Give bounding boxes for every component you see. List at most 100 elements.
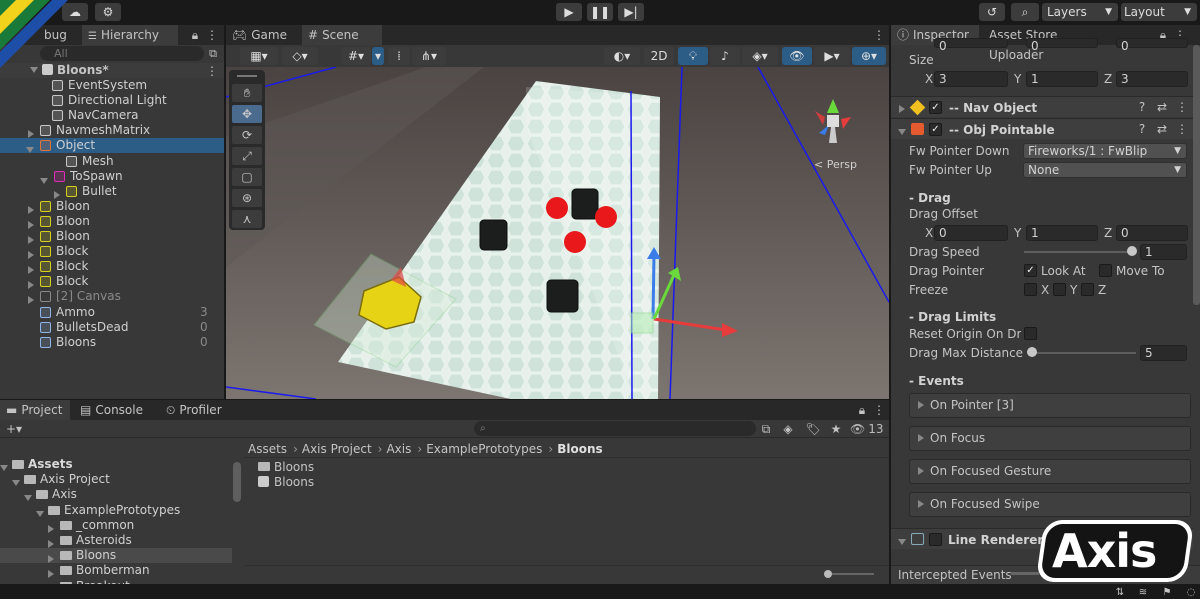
debug-icon[interactable]: ⚑ [1160, 585, 1174, 599]
component-menu-icon[interactable]: ⋮ [1175, 100, 1189, 114]
project-folder-row[interactable]: Asteroids [0, 533, 232, 548]
project-file-item[interactable]: Bloons [258, 475, 314, 490]
project-folder-row[interactable]: _common [0, 518, 232, 533]
hierarchy-row[interactable]: Bloons 0 [0, 335, 224, 350]
move-tool-icon[interactable]: ✥ [232, 105, 262, 123]
lighting-toggle-icon[interactable]: 💡︎ [678, 47, 708, 65]
rotate-tool-icon[interactable]: ⟳ [232, 126, 262, 144]
scene-viewport[interactable]: < Persp ✋︎ ✥ ⟳ ⤢ ▢ ⊛ ⋏ [226, 67, 889, 399]
audio-toggle-icon[interactable]: ♪ [710, 47, 740, 65]
project-folder-row[interactable]: Bomberman [0, 563, 232, 579]
move-to-checkbox[interactable] [1099, 264, 1112, 277]
help-icon[interactable]: ? [1135, 100, 1149, 114]
freeze-y-checkbox[interactable] [1053, 283, 1066, 296]
gizmos-toggle-icon[interactable]: ⊕▾ [852, 47, 886, 65]
favorite-icon[interactable]: ★ [828, 421, 844, 437]
cache-icon[interactable]: ≋ [1136, 585, 1150, 599]
hierarchy-row[interactable]: Directional Light [0, 93, 224, 108]
palette-grip[interactable] [237, 75, 257, 77]
history-icon[interactable]: ↺ [979, 3, 1005, 21]
step-button[interactable]: ▶| [618, 3, 644, 21]
component-menu-icon[interactable]: ⋮ [1175, 122, 1189, 136]
persp-label[interactable]: < Persp [814, 158, 857, 171]
breadcrumb-item[interactable]: Axis [386, 442, 411, 456]
event-foldout[interactable]: On Focused Gesture [909, 459, 1191, 484]
scene-more-icon-tab[interactable]: ⋮ [872, 27, 886, 43]
search-icon[interactable]: ⌕ [1011, 3, 1039, 21]
baking-icon[interactable]: ◌ [1184, 585, 1198, 599]
drag-offset-x-field[interactable]: 0 [934, 225, 1008, 241]
shading-mode-button[interactable]: ◇▾ [282, 47, 318, 65]
breadcrumb-item[interactable]: Bloons [557, 442, 602, 456]
tab-project[interactable]: ▬ Project [0, 400, 70, 420]
transform-tool-icon[interactable]: ⊛ [232, 189, 262, 207]
prev-y-field[interactable]: 0 [1026, 38, 1098, 53]
event-foldout[interactable]: On Focused Swipe [909, 492, 1191, 517]
hierarchy-row[interactable]: ToSpawn [0, 169, 224, 184]
preset-icon[interactable]: ⇄ [1155, 100, 1169, 114]
tree-scrollbar-thumb[interactable] [233, 462, 241, 502]
project-folder-row[interactable]: Axis Project [0, 472, 232, 487]
breadcrumb-item[interactable]: Assets [248, 442, 287, 456]
network-icon[interactable]: ⇅ [1113, 585, 1127, 599]
breadcrumb-item[interactable]: Axis Project [302, 442, 372, 456]
nav-object-component-header[interactable]: ✓ -- Nav Object ? ⇄ ⋮ [891, 96, 1193, 117]
drag-speed-field[interactable]: 1 [1140, 244, 1187, 260]
search-by-label-icon[interactable]: ◈ [780, 421, 796, 437]
drag-speed-slider-thumb[interactable] [1126, 246, 1137, 256]
gizmo-global-button[interactable]: ◐▾ [604, 47, 640, 65]
rect-tool-icon[interactable]: ▢ [232, 168, 262, 186]
event-foldout[interactable]: On Focus [909, 426, 1191, 451]
icon-size-slider-track[interactable] [832, 573, 874, 575]
project-more-icon[interactable]: ⋮ [872, 402, 886, 418]
obj-pointable-enabled-checkbox[interactable]: ✓ [929, 123, 942, 136]
btn-2d[interactable]: 2D [644, 47, 674, 65]
hidden-objects-toggle-icon[interactable]: 👁︎ [782, 47, 812, 65]
foldout-arrow-icon[interactable] [918, 467, 924, 475]
scene-visibility-button[interactable]: ⋔▾ [412, 47, 446, 65]
obj-pointable-component-header[interactable]: ✓ -- Obj Pointable ? ⇄ ⋮ [891, 118, 1193, 139]
filter-icon[interactable]: ⧉ [206, 46, 220, 61]
hierarchy-row[interactable]: BulletsDead 0 [0, 320, 224, 335]
hierarchy-row[interactable]: Ammo 3 [0, 305, 224, 320]
project-folder-row[interactable]: ExamplePrototypes [0, 503, 232, 518]
grid-dropdown[interactable]: ▾ [372, 47, 384, 65]
hierarchy-row[interactable]: Bullet [0, 184, 224, 199]
snap-increment-button[interactable]: ⁞ [388, 47, 410, 65]
drag-offset-z-field[interactable]: 0 [1116, 225, 1188, 241]
drag-speed-slider-track[interactable] [1024, 251, 1135, 253]
drag-offset-y-field[interactable]: 1 [1026, 225, 1098, 241]
tag-icon[interactable]: 🏷︎ [805, 421, 821, 437]
hierarchy-row[interactable]: Mesh [0, 154, 224, 169]
freeze-x-checkbox[interactable] [1024, 283, 1037, 296]
hand-tool-icon[interactable]: ✋︎ [232, 84, 262, 102]
hierarchy-row[interactable]: Block [0, 274, 224, 290]
foldout-arrow-open-icon[interactable] [898, 535, 910, 549]
camera-settings-icon[interactable]: ▶▾ [814, 47, 850, 65]
draw-mode-button[interactable]: ▦▾ [240, 47, 278, 65]
layout-dropdown[interactable]: Layout ▼ [1121, 3, 1197, 21]
hierarchy-row[interactable]: Object [0, 138, 224, 154]
freeze-z-checkbox[interactable] [1081, 283, 1094, 296]
scale-tool-icon[interactable]: ⤢ [232, 147, 262, 165]
foldout-arrow-open-icon[interactable] [898, 125, 910, 139]
project-folder-row[interactable]: Assets [0, 457, 232, 472]
fw-pointer-down-dropdown[interactable]: Fireworks/1 : FwBlip ▼ [1023, 143, 1187, 159]
resize-handle[interactable] [1011, 572, 1039, 575]
size-y-field[interactable]: 1 [1026, 71, 1098, 87]
foldout-arrow-icon[interactable] [899, 102, 909, 116]
hierarchy-row[interactable]: Block [0, 259, 224, 275]
look-at-checkbox[interactable]: ✓ [1024, 264, 1037, 277]
effects-toggle-icon[interactable]: ◈▾ [742, 47, 778, 65]
settings-button[interactable]: ⚙ [95, 3, 121, 21]
size-x-field[interactable]: 3 [934, 71, 1008, 87]
tab-game[interactable]: 🎮︎ Game [226, 25, 298, 45]
scene-more-icon[interactable]: ⋮ [205, 63, 219, 78]
hierarchy-row[interactable]: Block [0, 244, 224, 260]
drag-max-slider-thumb[interactable] [1027, 347, 1037, 357]
project-folder-row[interactable]: Bloons [0, 548, 232, 564]
project-search-input[interactable]: ⌕ [474, 421, 756, 436]
create-asset-icon[interactable]: +▾ [2, 421, 26, 437]
fw-pointer-up-dropdown[interactable]: None ▼ [1023, 162, 1187, 178]
tab-profiler[interactable]: ⏲︎ Profiler [160, 400, 236, 420]
